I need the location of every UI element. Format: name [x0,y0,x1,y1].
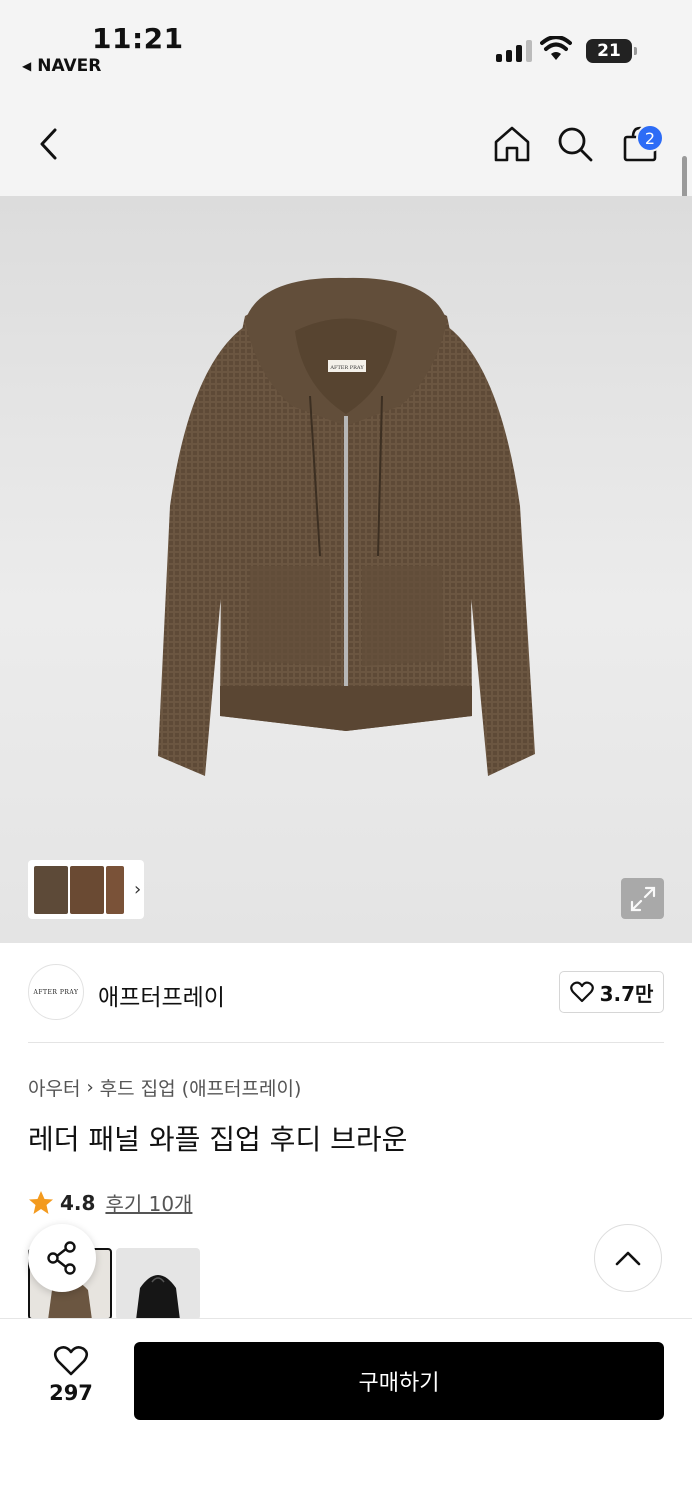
thumbnail-3[interactable] [106,865,124,914]
status-time: 11:21 [92,22,184,55]
search-icon [558,127,593,162]
app-header [0,90,692,196]
battery-indicator: 21 [586,39,637,63]
brand-like-button[interactable]: 3.7만 [559,971,664,1013]
brand-like-count: 3.7만 [599,981,654,1006]
star-icon [29,1191,53,1214]
back-app-label: NAVER [37,56,102,76]
home-icon [494,126,530,162]
brand-row[interactable]: AFTER PRAY 애프터프레이 3.7만 [28,964,664,1020]
home-button[interactable] [492,124,532,164]
divider [28,1042,664,1043]
back-to-app-link[interactable]: ◀ NAVER [22,56,101,76]
brand-logo[interactable]: AFTER PRAY [28,964,84,1020]
buy-button[interactable]: 구매하기 [134,1342,664,1420]
black-hoodie-thumbnail [136,1275,180,1320]
wifi-icon [540,36,572,60]
breadcrumb: 아우터 › 후드 집업 (애프터프레이) [28,1074,301,1101]
chevron-up-icon [615,1251,641,1266]
back-button[interactable] [28,124,68,164]
share-icon [47,1241,76,1275]
thumbnail-1[interactable] [34,865,68,914]
chevron-left-icon [40,128,57,160]
expand-icon [630,886,655,911]
wishlist-button[interactable]: 297 [36,1345,106,1405]
scroll-to-top-button[interactable] [594,1224,662,1292]
thumbnail-2[interactable] [70,865,104,914]
reviews-link[interactable]: 후기 10개 [105,1188,192,1217]
wishlist-count: 297 [49,1381,93,1405]
breadcrumb-subcategory[interactable]: 후드 집업 (애프터프레이) [100,1074,302,1101]
heart-icon [569,981,594,1003]
search-button[interactable] [555,124,595,164]
rating-row: 4.8 후기 10개 [28,1188,192,1217]
back-triangle-icon: ◀ [22,59,32,73]
cart-count-badge: 2 [636,124,664,152]
heart-icon [53,1346,89,1376]
chevron-right-icon[interactable]: › [134,879,141,900]
product-title: 레더 패널 와플 집업 후디 브라운 [28,1123,408,1156]
breadcrumb-category[interactable]: 아우터 [28,1074,80,1101]
image-thumbnail-strip[interactable]: › [28,860,144,919]
rating-score: 4.8 [60,1190,96,1215]
garment-label: AFTER PRAY [329,365,364,371]
status-bar: 11:21 ◀ NAVER 21 [0,0,692,90]
product-image: AFTER PRAY [158,277,535,776]
brand-name[interactable]: 애프터프레이 [98,978,225,1012]
bottom-action-bar: 297 구매하기 [0,1318,692,1500]
cellular-signal-icon [496,40,532,62]
color-option-black[interactable] [116,1248,200,1320]
expand-image-button[interactable] [621,878,664,919]
product-image-carousel[interactable]: AFTER PRAY › [0,196,692,943]
share-button[interactable] [28,1224,96,1292]
battery-level: 21 [597,41,621,61]
chevron-right-icon: › [86,1077,94,1098]
